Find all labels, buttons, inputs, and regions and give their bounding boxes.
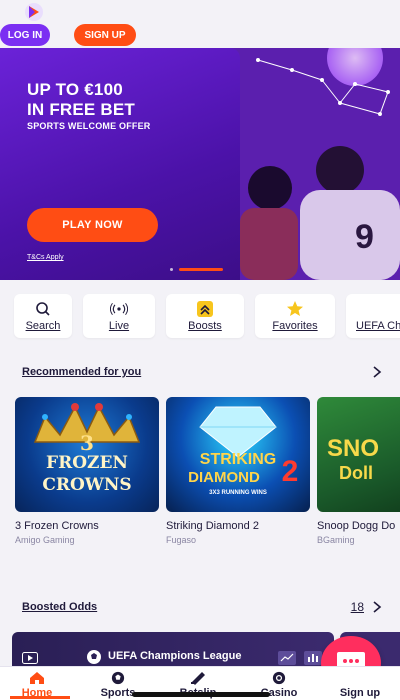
login-button[interactable]: LOG IN: [0, 24, 50, 46]
betslip-icon: [191, 672, 205, 685]
boosted-odds-count[interactable]: 18: [351, 600, 364, 614]
game-provider: Amigo Gaming: [15, 535, 75, 545]
thumb-title: CROWNS: [42, 475, 132, 495]
bottom-nav-home[interactable]: Home: [2, 671, 72, 699]
signup-button[interactable]: SIGN UP: [74, 24, 136, 46]
quick-nav-favorites[interactable]: Favorites: [255, 294, 335, 338]
boosted-odds-header: Boosted Odds 18: [22, 597, 382, 617]
quick-nav-label: UEFA Ch: [356, 319, 400, 332]
thumb-title: FROZEN: [46, 453, 128, 473]
live-signal-icon: [110, 302, 128, 315]
thumb-title: 3: [80, 431, 94, 455]
game-title[interactable]: 3 Frozen Crowns: [15, 520, 159, 532]
league-name: UEFA Champions League: [108, 650, 242, 662]
jersey-number: 9: [355, 218, 374, 256]
quick-nav-boosts[interactable]: Boosts: [166, 294, 244, 338]
top-bar: LOG IN SIGN UP: [0, 0, 400, 48]
app-page: LOG IN SIGN UP 9 UP TO €100 IN FREE BET …: [0, 0, 400, 700]
soccer-ball-icon: [111, 671, 125, 685]
game-title[interactable]: Striking Diamond 2: [166, 520, 310, 532]
hero-subtitle: SPORTS WELCOME OFFER: [27, 121, 151, 131]
thumb-caption: 3X3 RUNNING WINS: [209, 490, 267, 496]
hero-illustration: 9: [230, 48, 400, 280]
bottom-nav-signup[interactable]: Sign up: [325, 671, 395, 699]
casino-chip-icon: [272, 671, 286, 685]
bottom-nav-label: Sports: [100, 687, 136, 699]
terms-link[interactable]: T&Cs Apply: [27, 254, 64, 261]
game-provider: Fugaso: [166, 535, 197, 545]
game-thumbnail[interactable]: STRIKING DIAMOND 2 3X3 RUNNING WINS: [166, 397, 310, 512]
active-tab-indicator: [10, 696, 70, 699]
chevron-right-icon[interactable]: [372, 366, 382, 378]
quick-nav-uefa[interactable]: UEFA Ch: [346, 294, 400, 338]
quick-nav-label: Live: [108, 319, 130, 332]
signup-icon: [352, 671, 368, 685]
chevron-right-icon[interactable]: [372, 601, 382, 613]
video-icon[interactable]: [22, 652, 38, 664]
recommended-games-carousel: 3 FROZEN CROWNS 3 Frozen Crowns Amigo Ga…: [15, 397, 400, 557]
hero-title: UP TO €100 IN FREE BET: [27, 80, 135, 119]
quick-nav-label: Boosts: [188, 319, 222, 332]
search-icon: [36, 301, 50, 316]
carousel-indicator: [170, 268, 223, 271]
quick-nav-search[interactable]: Search: [14, 294, 72, 338]
game-provider: BGaming: [317, 535, 355, 545]
thumb-title: Doll: [339, 463, 373, 483]
recommended-header: Recommended for you: [22, 362, 382, 382]
game-title[interactable]: Snoop Dogg Do: [317, 520, 400, 532]
soccer-ball-icon: [87, 650, 101, 664]
boost-icon: [197, 300, 213, 317]
quick-nav-live[interactable]: Live: [83, 294, 155, 338]
game-card-snoop-dogg[interactable]: SNO Doll Snoop Dogg Do BGaming: [317, 397, 400, 545]
bar-chart-icon[interactable]: [304, 651, 322, 665]
carousel-dot[interactable]: [170, 268, 173, 271]
home-icon: [30, 672, 44, 684]
play-now-button[interactable]: PLAY NOW: [27, 208, 158, 242]
bottom-nav-label: Sign up: [339, 687, 381, 699]
carousel-dot-active[interactable]: [179, 268, 223, 271]
quick-nav-label: Favorites: [272, 319, 318, 332]
game-thumbnail[interactable]: 3 FROZEN CROWNS: [15, 397, 159, 512]
hero-banner[interactable]: 9 UP TO €100 IN FREE BET SPORTS WELCOME …: [0, 48, 400, 280]
stats-icon[interactable]: [278, 651, 296, 665]
thumb-title: 2: [281, 455, 299, 488]
recommended-title[interactable]: Recommended for you: [22, 366, 141, 378]
boosted-odds-title[interactable]: Boosted Odds: [22, 601, 97, 613]
quick-nav: Search Live Boosts Favorites UEFA Ch: [14, 294, 400, 338]
game-thumbnail[interactable]: SNO Doll: [317, 397, 400, 512]
brand-logo-icon[interactable]: [22, 2, 46, 22]
thumb-title: SNO: [327, 435, 380, 462]
star-icon: [287, 300, 303, 316]
system-home-indicator[interactable]: [132, 692, 270, 697]
game-card-frozen-crowns[interactable]: 3 FROZEN CROWNS 3 Frozen Crowns Amigo Ga…: [15, 397, 159, 545]
game-card-striking-diamond-2[interactable]: STRIKING DIAMOND 2 3X3 RUNNING WINS Stri…: [166, 397, 310, 545]
trophy-icon: [356, 301, 374, 317]
quick-nav-label: Search: [25, 319, 61, 332]
